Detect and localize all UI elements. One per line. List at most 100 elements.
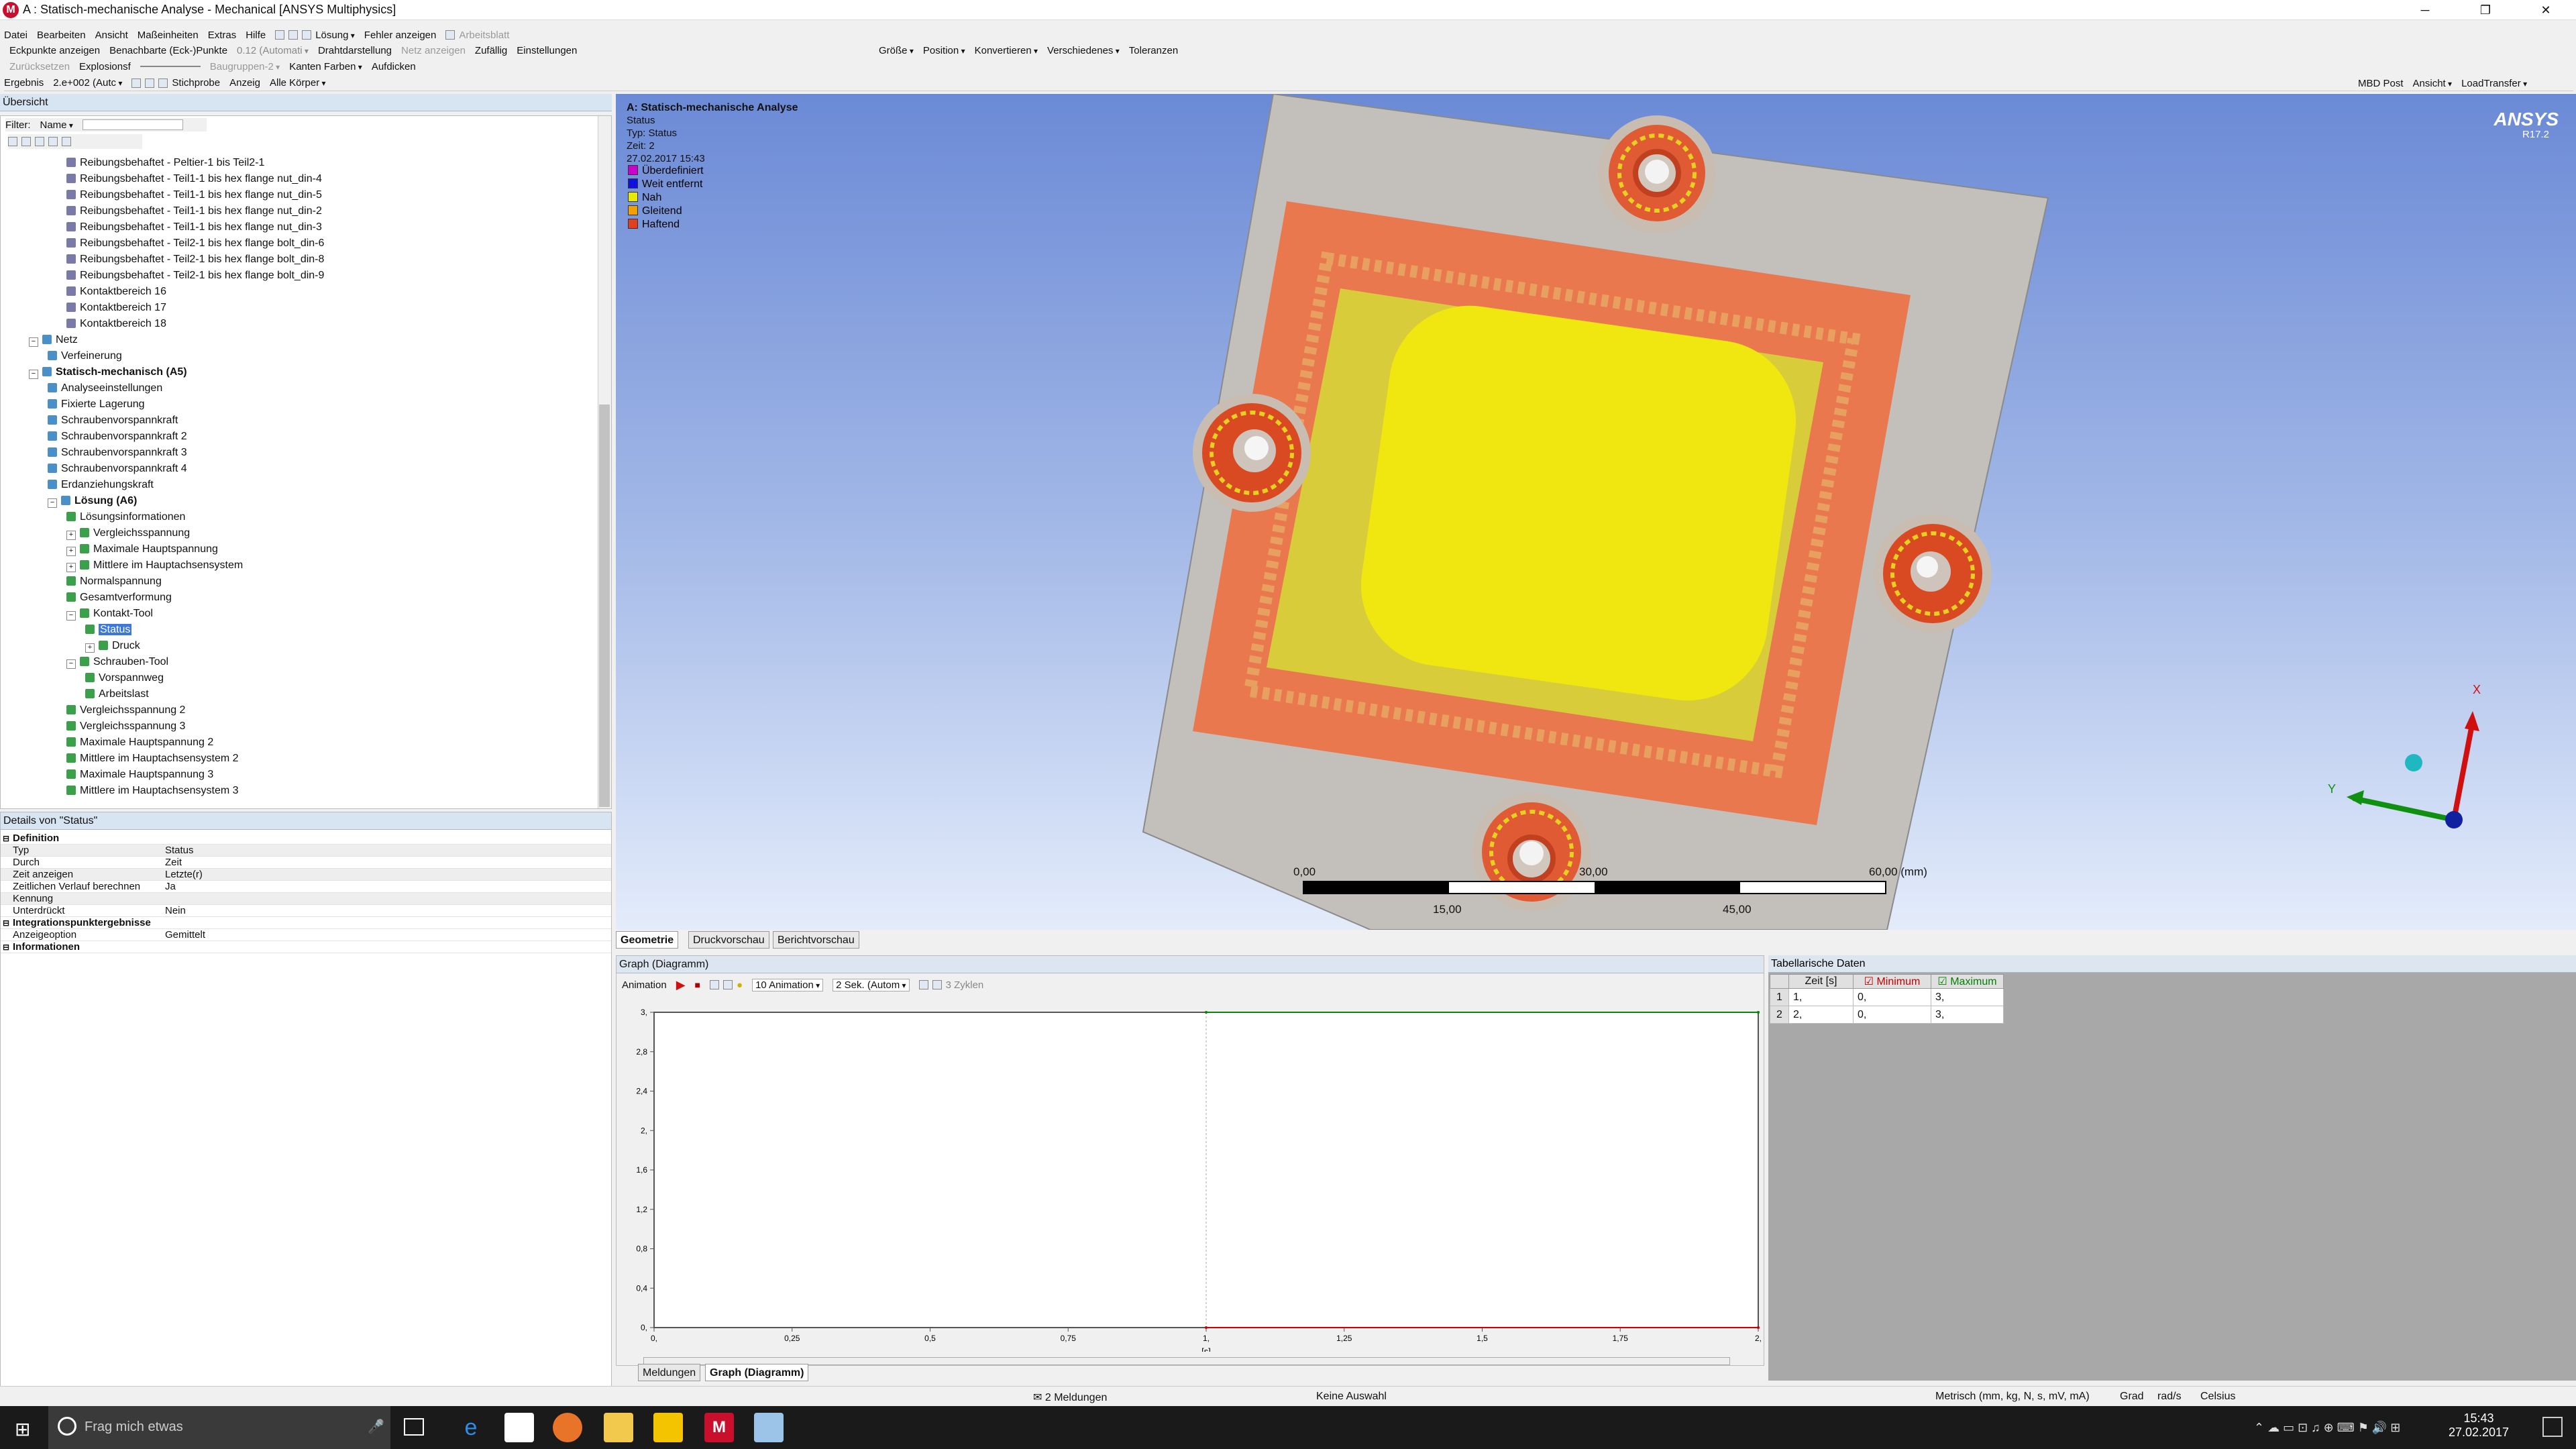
tree-item[interactable]: Maximale Hauptspannung 3	[66, 767, 213, 783]
new-icon[interactable]	[275, 30, 285, 40]
expand-toggle-icon[interactable]: +	[85, 643, 95, 653]
tree-item[interactable]: Maximale Hauptspannung 2	[66, 735, 213, 751]
load-transfer-button[interactable]: LoadTransfer	[2461, 78, 2527, 89]
tree-item[interactable]: Fixierte Lagerung	[48, 396, 145, 413]
menu-ansicht[interactable]: Ansicht	[95, 30, 128, 41]
tree-item[interactable]: Vergleichsspannung 2	[66, 702, 185, 718]
worksheet-icon[interactable]	[445, 30, 455, 40]
tree-item[interactable]: Erdanziehungskraft	[48, 477, 154, 493]
stop-icon[interactable]: ■	[695, 979, 700, 990]
details-row[interactable]: Zeit anzeigen Letzte(r)	[1, 869, 611, 881]
random-colors-button[interactable]: Zufällig	[475, 45, 507, 56]
rotation-unit-status[interactable]: rad/s	[2157, 1391, 2182, 1403]
col-maximum[interactable]: ☑ Maximum	[1931, 974, 2004, 989]
assembly-select[interactable]: Baugruppen-2	[210, 61, 280, 72]
tree-item[interactable]: + Druck	[85, 638, 140, 654]
menu-bearbeiten[interactable]: Bearbeiten	[37, 30, 86, 41]
tree-item[interactable]: Vergleichsspannung 3	[66, 718, 185, 735]
details-row[interactable]: Unterdrückt Nein	[1, 905, 611, 917]
details-row[interactable]: Durch Zeit	[1, 857, 611, 869]
tab-druckvorschau[interactable]: Druckvorschau	[688, 931, 769, 949]
explorer-icon[interactable]	[604, 1413, 633, 1442]
windows-start-icon[interactable]: ⊞	[15, 1418, 30, 1440]
details-row[interactable]: Anzeigeoption Gemittelt	[1, 929, 611, 941]
tree-item[interactable]: Kontaktbereich 18	[66, 316, 166, 332]
restore-button[interactable]: ❐	[2455, 0, 2516, 20]
tree-item[interactable]: + Maximale Hauptspannung	[66, 541, 218, 557]
outline-scrollbar-thumb[interactable]	[599, 405, 610, 807]
taskbar-search[interactable]: Frag mich etwas 🎤	[48, 1406, 390, 1449]
filter-input[interactable]	[82, 119, 183, 130]
tab-geometrie[interactable]: Geometrie	[616, 931, 679, 949]
preferences-button[interactable]: Einstellungen	[517, 45, 577, 56]
section-toggle-icon[interactable]: ⊟	[3, 917, 9, 929]
tree-item[interactable]: − Lösung (A6)	[48, 493, 137, 509]
tab-berichtvorschau[interactable]: Berichtvorschau	[773, 931, 859, 949]
explode-slider-label[interactable]: Explosionsf	[79, 61, 131, 72]
lightbulb-icon[interactable]: ●	[737, 979, 743, 991]
microphone-icon[interactable]: 🎤	[368, 1418, 384, 1435]
close-button[interactable]: ✕	[2516, 0, 2576, 20]
bodies-select[interactable]: Alle Körper	[270, 77, 326, 89]
tree-item[interactable]: Reibungsbehaftet - Teil2-1 bis hex flang…	[66, 235, 324, 252]
outline-scrollbar[interactable]	[598, 116, 611, 808]
size-button[interactable]: Größe	[879, 45, 914, 56]
taskbar-clock[interactable]: 15:43 27.02.2017	[2442, 1411, 2516, 1440]
expand-toggle-icon[interactable]: −	[48, 498, 57, 508]
misc-button[interactable]: Verschiedenes	[1047, 45, 1120, 56]
store-icon[interactable]	[504, 1413, 534, 1442]
menu-hilfe[interactable]: Hilfe	[246, 30, 266, 41]
messages-status[interactable]: ✉ 2 Meldungen	[1033, 1391, 1107, 1404]
graph-chart[interactable]: 0, 0,25 0,5 0,75 1, 1,25 1,5 1,75 2, 0, 0,4 0,8 1,2 1…	[616, 996, 1765, 1352]
solve-icon[interactable]	[302, 30, 312, 40]
vertex-tolerance-select[interactable]: 0.12 (Automati	[237, 45, 309, 56]
details-value[interactable]: Nein	[165, 905, 186, 917]
expand-toggle-icon[interactable]: −	[66, 659, 76, 669]
expand-toggle-icon[interactable]: −	[29, 370, 38, 379]
expand-toggle-icon[interactable]: +	[66, 531, 76, 540]
zoom-fit-icon[interactable]	[932, 980, 942, 989]
details-value[interactable]: Zeit	[165, 857, 182, 869]
tree-item[interactable]: Reibungsbehaftet - Teil1-1 bis hex flang…	[66, 203, 322, 219]
tree-item[interactable]: Lösungsinformationen	[66, 509, 185, 525]
tree-item[interactable]: Mittlere im Hauptachsensystem 3	[66, 783, 239, 799]
details-value[interactable]: Status	[165, 845, 194, 857]
tree-item[interactable]: Vorspannweg	[85, 670, 164, 686]
ansys-workbench-icon[interactable]	[653, 1413, 683, 1442]
edges-icon[interactable]	[145, 78, 155, 88]
contour-icon[interactable]	[131, 78, 142, 88]
expand-toggle-icon[interactable]: −	[66, 611, 76, 621]
expand-all-icon[interactable]	[8, 137, 17, 146]
firefox-icon[interactable]	[553, 1413, 582, 1442]
tree-options-icon[interactable]	[62, 137, 71, 146]
expand-toggle-icon[interactable]: −	[29, 337, 38, 347]
tree-item[interactable]: − Statisch-mechanisch (A5)	[29, 364, 187, 380]
expand-toggle-icon[interactable]: +	[66, 547, 76, 556]
show-errors-button[interactable]: Fehler anzeigen	[364, 30, 437, 41]
position-button[interactable]: Position	[923, 45, 965, 56]
thicken-button[interactable]: Aufdicken	[372, 61, 416, 72]
tree-item[interactable]: Normalspannung	[66, 574, 162, 590]
details-section[interactable]: Integrationspunktergebnisse ⊟	[1, 917, 611, 929]
graphics-viewport[interactable]: A: Statisch-mechanische Analyse Status T…	[616, 94, 2576, 930]
tabular-table[interactable]: Zeit [s] ☑ Minimum ☑ Maximum 1 1, 0, 3, 2 2, 0…	[1770, 974, 2004, 1024]
temperature-unit-status[interactable]: Celsius	[2200, 1391, 2235, 1403]
tree-item[interactable]: Reibungsbehaftet - Teil1-1 bis hex flang…	[66, 171, 322, 187]
wireframe-toggle[interactable]: Drahtdarstellung	[318, 45, 392, 56]
section-toggle-icon[interactable]: ⊟	[3, 941, 9, 953]
menu-extras[interactable]: Extras	[208, 30, 237, 41]
worksheet-button[interactable]: Arbeitsblatt	[459, 30, 509, 41]
tree-item[interactable]: Schraubenvorspannkraft 4	[48, 461, 187, 477]
tree-filter-icon[interactable]	[35, 137, 44, 146]
explode-slider[interactable]	[140, 66, 201, 67]
table-row[interactable]: 2 2, 0, 3,	[1770, 1006, 2004, 1024]
mbd-post-button[interactable]: MBD Post	[2358, 78, 2404, 89]
details-value[interactable]: Letzte(r)	[165, 869, 203, 881]
result-scale-select[interactable]: 2.e+002 (Autc	[53, 77, 122, 89]
refresh-icon[interactable]	[288, 30, 299, 40]
details-section[interactable]: Informationen ⊟	[1, 941, 611, 953]
tree-item[interactable]: + Vergleichsspannung	[66, 525, 190, 541]
tree-item[interactable]: Schraubenvorspannkraft 3	[48, 445, 187, 461]
notepad-icon[interactable]	[754, 1413, 784, 1442]
solve-button[interactable]: Lösung	[315, 30, 355, 41]
